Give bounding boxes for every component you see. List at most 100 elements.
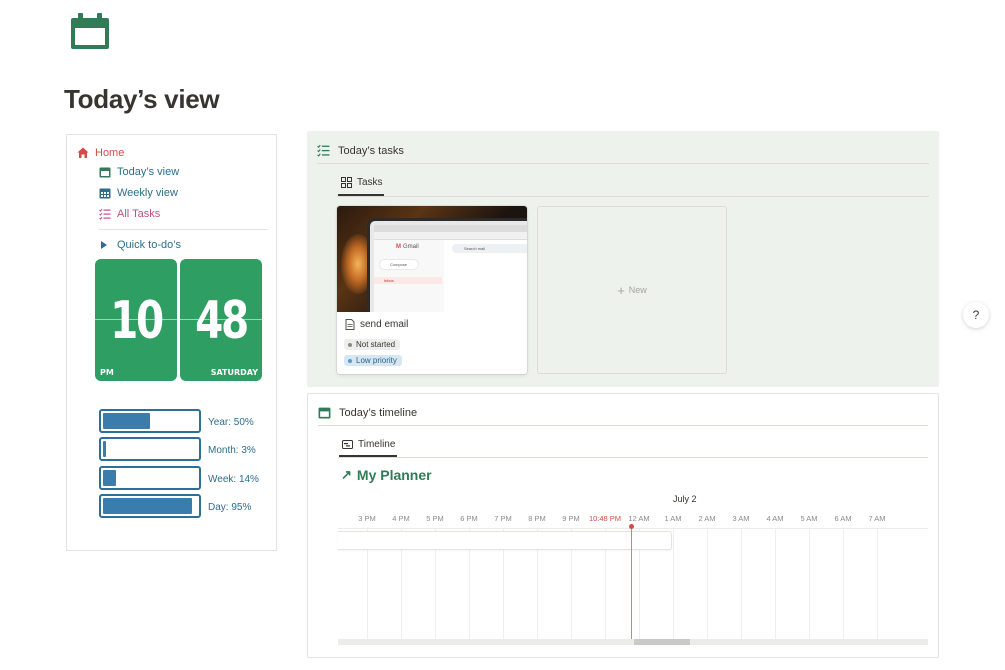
gmail-m-icon: M bbox=[396, 244, 401, 250]
clock-minutes: 48 bbox=[195, 291, 249, 351]
status-dot bbox=[348, 342, 352, 347]
nav-all-tasks[interactable]: All Tasks bbox=[99, 208, 160, 220]
timeline-gridline bbox=[741, 529, 742, 639]
timeline-scrollbar-thumb[interactable] bbox=[634, 639, 690, 645]
divider bbox=[337, 196, 929, 197]
timeline-hour-label: 3 AM bbox=[732, 514, 750, 523]
page-title: Today’s view bbox=[64, 84, 220, 114]
progress-year bbox=[99, 409, 201, 433]
my-planner-label: My Planner bbox=[356, 467, 432, 483]
flip-divider bbox=[180, 319, 262, 320]
progress-week bbox=[99, 466, 201, 490]
progress-month-label: Month: 3% bbox=[208, 445, 256, 456]
timeline-panel-header: Today’s timeline bbox=[318, 406, 417, 419]
status-text: Not started bbox=[356, 340, 396, 349]
timeline-hour-label: 9 PM bbox=[562, 514, 580, 523]
timeline-gridline bbox=[809, 529, 810, 639]
help-button[interactable]: ? bbox=[963, 302, 989, 328]
nav-weekly-view-label: Weekly view bbox=[117, 187, 178, 199]
window-bar bbox=[374, 225, 527, 232]
timeline-icon bbox=[342, 440, 353, 449]
timeline-gridline bbox=[843, 529, 844, 639]
calendar-icon bbox=[318, 407, 331, 419]
timeline-hour-label: 5 PM bbox=[426, 514, 444, 523]
nav-weekly-view[interactable]: Weekly view bbox=[99, 187, 178, 199]
progress-day-fill bbox=[103, 498, 193, 514]
timeline-hour-label: 7 PM bbox=[494, 514, 512, 523]
timeline-date: July 2 bbox=[673, 494, 697, 504]
status-badge: Not started bbox=[344, 339, 401, 350]
timeline-hour-label: 12 AM bbox=[628, 514, 650, 523]
timeline-gridline bbox=[707, 529, 708, 639]
calendar-grid-icon bbox=[99, 188, 111, 199]
divider bbox=[99, 229, 267, 230]
task-card[interactable]: M Gmail Compose Inbox Search mail send em… bbox=[337, 206, 527, 374]
tasks-panel-title: Today’s tasks bbox=[338, 144, 404, 157]
nav-home[interactable]: Home bbox=[77, 147, 124, 159]
priority-text: Low priority bbox=[356, 356, 397, 365]
quick-todos-label: Quick to-do’s bbox=[117, 239, 181, 251]
current-time-line bbox=[631, 526, 632, 639]
flip-divider bbox=[95, 319, 177, 320]
priority-badge: Low priority bbox=[344, 355, 402, 366]
triangle-right-icon bbox=[101, 241, 107, 249]
my-planner-link[interactable]: ↗ My Planner bbox=[341, 467, 432, 483]
progress-year-fill bbox=[103, 413, 150, 429]
checklist-icon bbox=[99, 208, 111, 220]
timeline-gridline bbox=[775, 529, 776, 639]
timeline-panel-title: Today’s timeline bbox=[339, 406, 418, 419]
divider bbox=[317, 163, 929, 164]
progress-month-fill bbox=[103, 441, 106, 457]
new-card-button[interactable]: + New bbox=[537, 206, 727, 374]
new-card-label: New bbox=[628, 285, 647, 295]
checklist-icon bbox=[317, 144, 330, 157]
timeline-item-bar[interactable] bbox=[338, 531, 672, 550]
arrow-up-right-icon: ↗ bbox=[341, 467, 352, 482]
clock-hours: 10 bbox=[110, 291, 164, 351]
timeline-gridline bbox=[673, 529, 674, 639]
todays-timeline-panel: Today’s timeline Timeline ↗ My Planner J… bbox=[307, 393, 939, 658]
timeline-gridline bbox=[877, 529, 878, 639]
plus-icon: + bbox=[617, 282, 625, 298]
timeline-scrollbar[interactable] bbox=[338, 639, 928, 645]
tasks-panel-header: Today’s tasks bbox=[317, 144, 404, 157]
screen: M Gmail Compose Inbox Search mail bbox=[374, 225, 527, 312]
timeline-hour-label: 6 PM bbox=[460, 514, 478, 523]
gmail-logo: M Gmail bbox=[396, 244, 419, 250]
clock-minutes-card: 48 SATURDAY bbox=[180, 259, 262, 381]
todays-tasks-panel: Today’s tasks Tasks MGmail Compose Inbo bbox=[307, 131, 939, 387]
divider bbox=[318, 425, 928, 426]
calendar-icon bbox=[71, 13, 109, 49]
timeline-hour-label: 10:48 PM bbox=[588, 514, 622, 523]
tab-tasks-label: Tasks bbox=[357, 177, 383, 188]
gmail-app-name: Gmail bbox=[403, 244, 419, 250]
progress-month bbox=[99, 437, 201, 461]
timeline-hour-label: 1 AM bbox=[664, 514, 682, 523]
timeline-hour-label: 8 PM bbox=[528, 514, 546, 523]
laptop-screen: M Gmail Compose Inbox Search mail bbox=[367, 218, 527, 312]
clock-day: SATURDAY bbox=[210, 368, 258, 377]
timeline-hour-label: 6 AM bbox=[834, 514, 852, 523]
mail-search: Search mail bbox=[452, 244, 527, 253]
quick-todos-toggle[interactable]: Quick to-do’s bbox=[99, 239, 181, 251]
nav-home-label: Home bbox=[95, 147, 125, 159]
progress-week-label: Week: 14% bbox=[208, 474, 259, 485]
current-time-dot bbox=[629, 524, 634, 529]
tab-timeline[interactable]: Timeline bbox=[342, 439, 395, 450]
nav-todays-view-label: Today’s view bbox=[117, 166, 180, 178]
nav-all-tasks-label: All Tasks bbox=[117, 208, 161, 220]
nav-todays-view[interactable]: Today’s view bbox=[99, 166, 179, 178]
tab-tasks[interactable]: Tasks bbox=[341, 177, 383, 188]
timeline-hour-label: 3 PM bbox=[358, 514, 376, 523]
page-icon bbox=[345, 319, 355, 330]
gallery-icon bbox=[341, 177, 352, 188]
mail-sidebar: M Gmail Compose Inbox bbox=[374, 240, 444, 312]
clock-meridiem: PM bbox=[100, 368, 114, 377]
task-thumbnail: M Gmail Compose Inbox Search mail bbox=[337, 206, 527, 312]
home-icon bbox=[77, 147, 89, 158]
clock-hours-card: 10 PM bbox=[95, 259, 177, 381]
task-title: send email bbox=[345, 319, 408, 330]
compose-button: Compose bbox=[380, 260, 418, 269]
timeline-hour-label: 5 AM bbox=[800, 514, 818, 523]
progress-year-label: Year: 50% bbox=[208, 417, 254, 428]
